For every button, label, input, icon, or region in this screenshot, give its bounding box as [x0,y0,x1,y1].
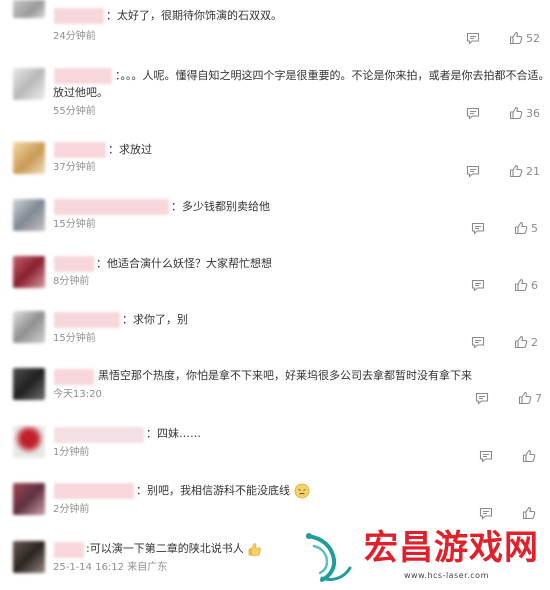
thumbs-up-icon [522,506,536,520]
thumbs-up-icon [518,391,532,405]
reply-icon [479,507,493,520]
comment-text-content: :可以演一下第二章的陕北说书人 [86,542,244,555]
comment-text-continued: 放过他吧。 [53,86,108,99]
username[interactable] [54,68,112,84]
brand-name: 宏昌游戏网 [364,528,539,568]
like-button[interactable] [522,448,536,464]
username[interactable] [54,427,144,443]
comment-text-content: ：别吧，我相信游科不能没底线 [136,484,290,497]
like-button[interactable]: 7 [518,390,542,406]
thumbs-up-icon [514,335,528,349]
username[interactable] [54,8,104,24]
reply-icon [475,392,489,405]
username[interactable] [54,483,134,499]
reply-button[interactable] [475,390,489,406]
reply-icon [466,165,480,178]
comment-time: 24分钟前 [53,31,96,42]
comment-time: 15分钟前 [53,219,96,230]
comment-text: ：太好了，很期待你饰演的石双双。 [106,9,282,22]
thumbs-up-icon [509,164,523,178]
like-count: 7 [535,391,542,405]
like-button[interactable] [522,505,536,521]
avatar[interactable] [13,199,45,231]
pensive-emoji-icon [294,483,309,499]
avatar[interactable] [13,311,45,343]
avatar[interactable] [13,68,45,100]
avatar[interactable] [13,256,45,288]
comment-time: 15分钟前 [53,333,96,344]
avatar[interactable] [13,0,45,18]
comment-time: 今天13:20 [53,389,102,400]
like-count: 21 [526,164,540,178]
like-button[interactable]: 5 [514,220,538,236]
like-button[interactable]: 52 [509,30,540,46]
comment-text: ：别吧，我相信游科不能没底线 [136,482,310,500]
dragon-swirl-icon [306,533,352,582]
comment-text: ：他适合演什么妖怪？大家帮忙想想 [96,257,272,270]
like-count: 52 [526,31,540,45]
like-button[interactable]: 21 [509,163,540,179]
username[interactable] [54,142,106,158]
comment-time: 55分钟前 [53,106,96,117]
comment-text: ：求你了，别 [122,313,188,326]
thumbs-up-icon [509,106,523,120]
comment-text: 黑悟空那个热度，你怕是拿不下来吧，好莱坞很多公司去拿都暂时没有拿下来 [98,369,472,382]
thumbs-up-icon [514,278,528,292]
username[interactable] [54,256,94,272]
reply-button[interactable] [466,30,480,46]
username[interactable] [54,542,84,558]
reply-button[interactable] [471,334,485,350]
avatar[interactable] [13,426,45,458]
reply-button[interactable] [466,163,480,179]
reply-icon [466,107,480,120]
reply-icon [471,279,485,292]
reply-button[interactable] [471,220,485,236]
avatar[interactable] [13,368,45,400]
username[interactable] [54,369,94,385]
reply-icon [479,450,493,463]
like-count: 36 [526,106,540,120]
username[interactable] [54,312,120,328]
comment-time: 1分钟前 [53,447,90,458]
comment-text: :可以演一下第二章的陕北说书人 [86,540,262,558]
reply-icon [471,222,485,235]
avatar[interactable] [13,541,45,573]
thumbs-up-emoji-icon [248,542,262,556]
reply-button[interactable] [466,105,480,121]
comment-time: 2分钟前 [53,504,90,515]
comment-text: ：。。。人呢。懂得自知之明这四个字是很重要的。不论是你来拍，或者是你去拍都不合适… [115,69,550,82]
like-count: 2 [531,335,538,349]
comment-text: ：多少钱都别卖给他 [171,200,270,213]
reply-button[interactable] [479,505,493,521]
avatar[interactable] [13,483,45,515]
avatar[interactable] [13,142,45,174]
comment-text: ：四妹…… [146,427,201,440]
comment-text: ：求放过 [108,143,152,156]
like-count: 6 [531,278,538,292]
brand-url: www.hcs-laser.com [404,571,489,580]
username[interactable] [54,199,169,215]
thumbs-up-icon [522,449,536,463]
comment-time: 25-1-14 16:12 来自广东 [53,562,168,573]
reply-button[interactable] [471,277,485,293]
like-button[interactable]: 2 [514,334,538,350]
reply-icon [466,32,480,45]
like-count: 5 [531,221,538,235]
like-button[interactable]: 36 [509,105,540,121]
reply-icon [471,336,485,349]
reply-button[interactable] [479,448,493,464]
comment-time: 37分钟前 [53,162,96,173]
thumbs-up-icon [509,31,523,45]
like-button[interactable]: 6 [514,277,538,293]
watermark-logo: 宏昌游戏网 www.hcs-laser.com [300,528,548,588]
comment-time: 8分钟前 [53,276,90,287]
thumbs-up-icon [514,221,528,235]
